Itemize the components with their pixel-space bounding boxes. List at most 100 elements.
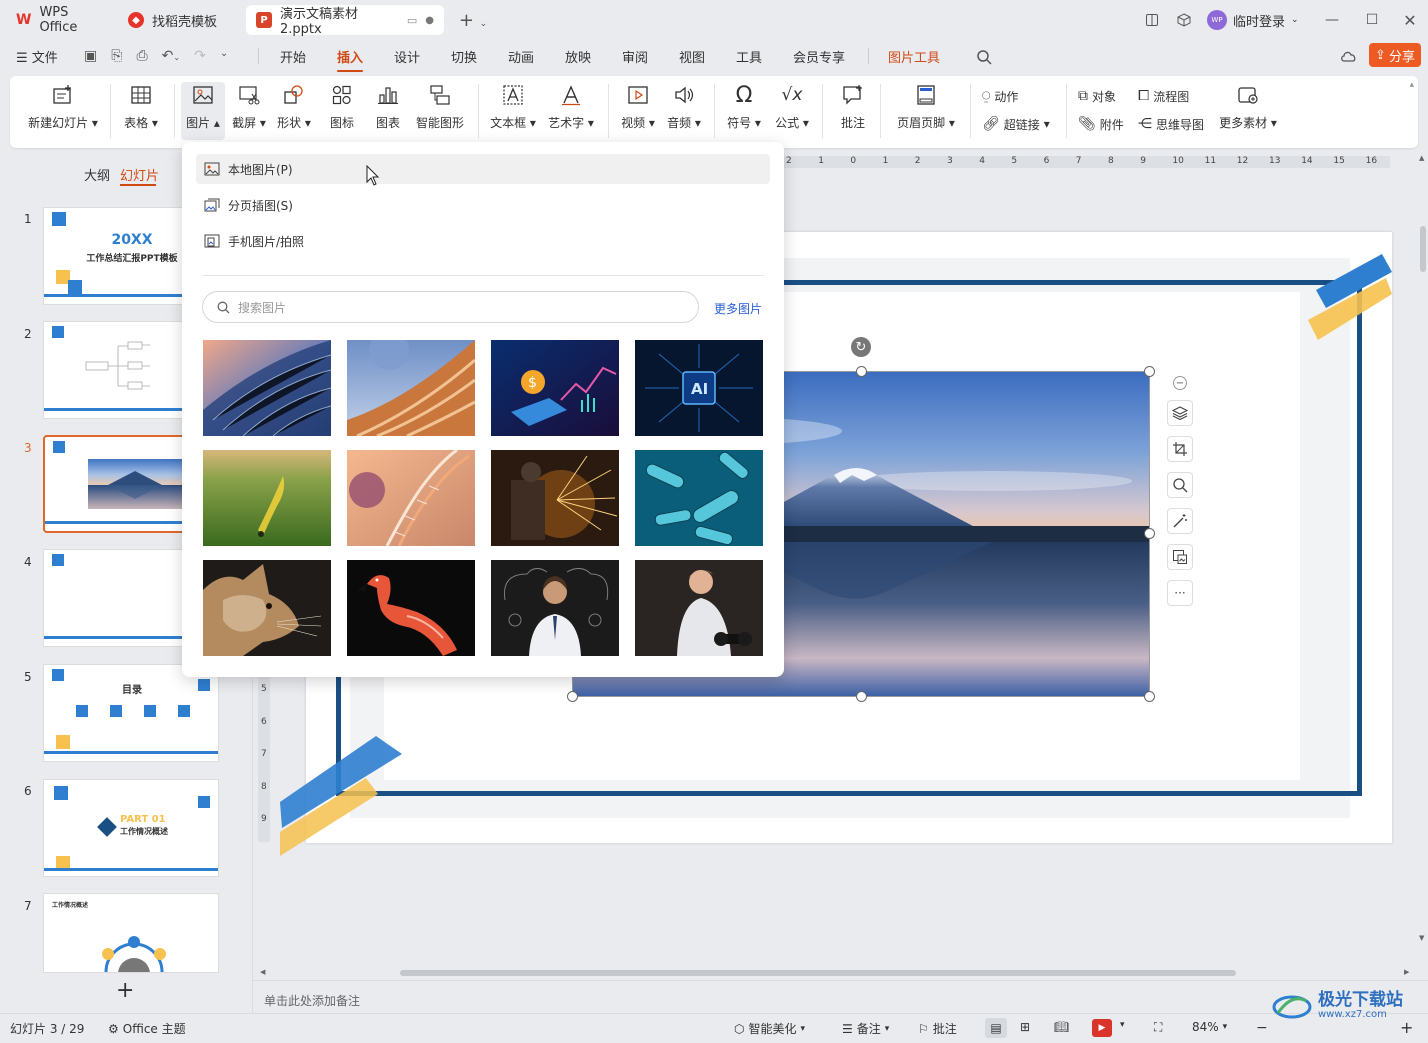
search-icon[interactable] — [976, 49, 992, 65]
scroll-down-icon[interactable]: ▼ — [1419, 934, 1424, 942]
collapse-toolbar-icon[interactable]: − — [1173, 376, 1187, 390]
user-login-button[interactable]: WP 临时登录 ⌄ — [1207, 10, 1299, 30]
horizontal-scrollbar[interactable]: ◀ ▶ — [258, 968, 1416, 978]
reading-mode-icon[interactable] — [1142, 10, 1162, 30]
share-button[interactable]: ⇪ 分享 — [1369, 43, 1421, 67]
textbox-button[interactable]: 文本框 ▾ — [488, 82, 538, 140]
new-tab-button[interactable]: + ⌄ — [456, 10, 490, 31]
resize-handle[interactable] — [1144, 691, 1155, 702]
export-icon[interactable]: ⎘ — [111, 48, 122, 64]
phone-picture-item[interactable]: 手机图片/拍照 — [196, 226, 770, 256]
tab-document[interactable]: P 演示文稿素材2.pptx ▭ ● — [246, 5, 444, 37]
new-slide-button[interactable]: 新建幻灯片 ▾ — [24, 82, 102, 140]
scroll-left-icon[interactable]: ◀ — [260, 968, 265, 976]
reading-view-button[interactable]: 📖︎ — [1054, 1020, 1069, 1034]
hyperlink-button[interactable]: 🔗︎ 超链接 ▾ — [982, 114, 1050, 134]
zoom-level[interactable]: 84% ▾ — [1192, 1020, 1227, 1034]
add-slide-button[interactable]: + — [116, 978, 134, 1003]
cat-image[interactable] — [203, 560, 331, 656]
undo-icon[interactable]: ↶⌄ — [162, 48, 180, 64]
replace-picture-icon[interactable] — [1167, 544, 1193, 570]
screenshot-button[interactable]: 截屏 ▾ — [230, 82, 268, 140]
desert-image[interactable] — [347, 340, 475, 436]
resize-handle[interactable] — [567, 691, 578, 702]
menu-member[interactable]: 会员专享 — [793, 47, 845, 66]
tab-docer[interactable]: ◆ 找稻壳模板 — [118, 5, 240, 35]
fitness-woman-image[interactable] — [635, 560, 763, 656]
magic-wand-icon[interactable] — [1167, 508, 1193, 534]
close-button[interactable]: ✕ — [1400, 10, 1420, 30]
mindmap-button[interactable]: ⋲ 思维导图 — [1138, 114, 1204, 134]
menu-transitions[interactable]: 切换 — [451, 47, 477, 66]
smart-beautify-button[interactable]: ⬡ 智能美化 ▾ — [734, 1020, 805, 1037]
more-material-button[interactable]: 更多素材 ▾ — [1216, 82, 1280, 140]
scroll-thumb[interactable] — [400, 970, 1236, 976]
menu-view[interactable]: 视图 — [679, 47, 705, 66]
comment-button[interactable]: 批注 — [836, 82, 870, 140]
menu-home[interactable]: 开始 — [280, 47, 306, 66]
menu-picture-tools[interactable]: 图片工具 — [888, 47, 940, 66]
picture-search-input[interactable]: 搜索图片 — [202, 291, 699, 323]
cube-icon[interactable] — [1174, 10, 1194, 30]
layers-icon[interactable] — [1167, 400, 1193, 426]
zoom-out-icon[interactable]: − — [1256, 1020, 1268, 1036]
action-button[interactable]: ⍜ 动作 — [982, 86, 1018, 106]
wordart-button[interactable]: 艺术字 ▾ — [546, 82, 596, 140]
notes-button[interactable]: ☰ 备注 ▾ — [842, 1020, 889, 1037]
dna-image[interactable] — [347, 450, 475, 546]
icon-button[interactable]: 图标 — [324, 82, 360, 140]
chevron-down-icon[interactable]: ⌄ — [220, 48, 228, 64]
crop-icon[interactable] — [1167, 436, 1193, 462]
rotate-handle-icon[interactable]: ↻ — [851, 337, 871, 357]
header-footer-button[interactable]: 页眉页脚 ▾ — [894, 82, 958, 140]
tab-slides[interactable]: 幻灯片 — [120, 165, 159, 184]
slide-thumbnail-7[interactable]: 工作情况概述 — [43, 893, 219, 973]
theme-button[interactable]: ⚙ Office 主题 — [108, 1020, 186, 1037]
attachment-button[interactable]: 📎︎ 附件 — [1078, 114, 1124, 134]
thinking-man-image[interactable] — [491, 560, 619, 656]
menu-tools[interactable]: 工具 — [736, 47, 762, 66]
scroll-up-icon[interactable]: ▲ — [1419, 154, 1424, 162]
cloud-icon[interactable] — [1340, 48, 1358, 64]
menu-review[interactable]: 审阅 — [622, 47, 648, 66]
resize-handle[interactable] — [856, 366, 867, 377]
building-image[interactable] — [203, 340, 331, 436]
save-icon[interactable]: ▣ — [84, 48, 97, 64]
zoom-icon[interactable] — [1167, 472, 1193, 498]
formula-button[interactable]: √x 公式 ▾ — [772, 82, 812, 140]
chevron-down-icon[interactable]: ▾ — [1120, 1020, 1125, 1030]
minimize-button[interactable]: — — [1322, 10, 1342, 30]
table-button[interactable]: 表格 ▾ — [118, 82, 164, 140]
scroll-right-icon[interactable]: ▶ — [1404, 968, 1409, 976]
shape-button[interactable]: 形状 ▾ — [275, 82, 313, 140]
resize-handle[interactable] — [1144, 528, 1155, 539]
notes-area[interactable]: 单击此处添加备注 — [252, 980, 1428, 1013]
collapse-ribbon-icon[interactable]: ▴ — [1409, 80, 1414, 90]
menu-design[interactable]: 设计 — [394, 47, 420, 66]
file-menu[interactable]: ☰ 文件 — [16, 47, 58, 66]
fit-window-button[interactable]: ⛶ — [1154, 1020, 1162, 1035]
local-picture-item[interactable]: 本地图片(P) — [196, 154, 770, 184]
flamingo-image[interactable] — [347, 560, 475, 656]
slide-thumbnail-6[interactable]: PART 01 工作情况概述 — [43, 779, 219, 877]
chart-button[interactable]: 图表 — [370, 82, 406, 140]
finance-phone-image[interactable]: $ — [491, 340, 619, 436]
flowchart-button[interactable]: ⧠ 流程图 — [1138, 86, 1189, 106]
comments-button[interactable]: ⚐ 批注 — [918, 1020, 957, 1037]
maximize-button[interactable]: ☐ — [1362, 10, 1382, 30]
resize-handle[interactable] — [1144, 366, 1155, 377]
vertical-scrollbar[interactable]: ▲ ▼ — [1419, 150, 1428, 976]
smartart-button[interactable]: 智能图形 — [412, 82, 468, 140]
video-button[interactable]: 视频 ▾ — [618, 82, 658, 140]
more-pictures-link[interactable]: 更多图片 — [714, 300, 762, 317]
picture-button[interactable]: 图片 ▴ — [181, 82, 225, 140]
tab-wps-office[interactable]: W WPS Office — [6, 5, 110, 35]
resize-handle[interactable] — [856, 691, 867, 702]
page-insert-picture-item[interactable]: 分页插图(S) — [196, 190, 770, 220]
audio-button[interactable]: 音频 ▾ — [664, 82, 704, 140]
sparks-image[interactable] — [491, 450, 619, 546]
slide-thumbnail-5[interactable]: 目录 — [43, 664, 219, 762]
ai-chip-image[interactable]: AI — [635, 340, 763, 436]
object-button[interactable]: ⧉ 对象 — [1078, 86, 1116, 106]
bacteria-image[interactable] — [635, 450, 763, 546]
